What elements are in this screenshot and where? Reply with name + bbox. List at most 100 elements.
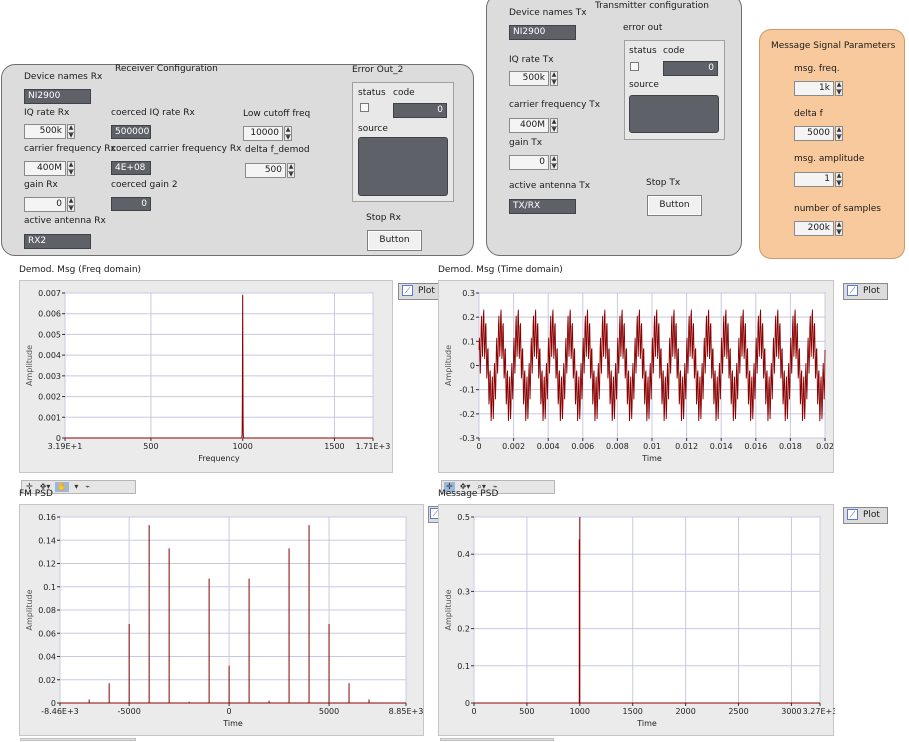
delta-f-demod-field[interactable]: 500 [245,163,286,178]
x-tick-label: 500 [143,442,158,451]
msg-freq-stepper[interactable]: ▲ ▼ [835,81,843,96]
carrier-frequency-tx-label: carrier frequency Tx [509,100,601,110]
fm-psd-graph: -8.46E+3 -5000 0 5000 8.85E+3 0 0.02 0.04 0.06 0.… [19,504,424,736]
plot-label: Plot [863,510,880,520]
x-tick-label: 1.71E+3 [356,442,391,451]
coerced-gain-field: 0 [111,197,151,211]
tx-status-checkbox[interactable] [630,62,639,71]
message-psd-scrollbar[interactable] [440,738,554,741]
demod-freq-graph: 3.19E+1 500 1000 1500 1.71E+3 0 0.001 0.002 0.00… [19,280,393,473]
rx-status-label: status [358,88,386,98]
carrier-frequency-tx-stepper[interactable]: ▲ ▼ [550,118,558,133]
iq-rate-tx-label: IQ rate Tx [509,55,554,65]
y-tick-label: 0.1 [462,337,475,346]
message-title: Message Signal Parameters [771,41,896,51]
delta-f-demod-label: delta f_demod [245,145,310,155]
carrier-frequency-rx-label: carrier frequency Rx [24,144,116,154]
y-tick-label: 0.14 [38,536,56,545]
y-tick-label: 0.005 [38,330,61,339]
iq-rate-rx-stepper[interactable]: ▲ ▼ [67,124,75,139]
active-antenna-rx-field[interactable]: RX2 [24,234,91,249]
gain-rx-stepper[interactable]: ▲ ▼ [67,197,75,212]
iq-rate-tx-stepper[interactable]: ▲ ▼ [550,71,558,86]
gain-tx-field[interactable]: 0 [509,155,549,170]
rx-status-checkbox[interactable] [360,103,369,112]
message-psd-graph: 0 500 1000 1500 2000 2500 3000 3.27E+3 0 0.1 0.2 0.… [438,504,837,736]
active-antenna-rx-label: active antenna Rx [24,216,106,226]
active-antenna-tx-label: active antenna Tx [509,181,591,191]
y-tick-label: 0.04 [38,653,56,662]
x-tick-label: 3.27E+3 [803,707,835,716]
delta-f-stepper[interactable]: ▲ ▼ [835,126,843,141]
x-tick-label: 1000 [570,707,590,716]
y-tick-label: 0 [470,362,475,371]
x-tick-label: 5000 [319,707,339,716]
carrier-frequency-rx-field[interactable]: 400M [24,161,66,176]
device-names-tx-field[interactable]: NI2900 [509,25,576,40]
rx-source-label: source [358,124,388,134]
fm-psd-scrollbar[interactable] [20,738,136,741]
low-cutoff-field[interactable]: 10000 [243,126,283,141]
y-tick-label: 0.002 [38,393,61,402]
number-of-samples-stepper[interactable]: ▲ ▼ [835,221,843,236]
error-out-tx-title: error out [623,23,663,33]
x-tick-label: 0.006 [571,442,594,451]
gain-rx-field[interactable]: 0 [24,197,66,212]
x-tick-label: 0 [471,707,476,716]
coerced-iq-rate-field: 500000 [111,125,151,139]
msg-amplitude-stepper[interactable]: ▲ ▼ [835,172,843,187]
pan-tool-icon[interactable]: ✋ [55,482,70,492]
y-tick-label: 0 [51,699,56,708]
low-cutoff-stepper[interactable]: ▲ ▼ [284,126,292,141]
demod-freq-plot-button[interactable]: ⟋ Plot [398,283,443,300]
x-tick-label: 0.012 [675,442,698,451]
error-out-2-title: Error Out_2 [352,65,404,75]
y-tick-label: 0.1 [43,583,56,592]
plot-legend-icon: ⟋ [402,285,413,296]
x-tick-label: 1500 [623,707,643,716]
graph-options-icon[interactable]: ⌁ [83,482,92,492]
tx-source-field [629,95,719,133]
number-of-samples-field[interactable]: 200k [794,221,834,236]
x-axis-label: Time [636,719,657,728]
msg-freq-label: msg. freq. [794,64,840,74]
device-names-tx-label: Device names Tx [509,8,587,18]
y-axis-label: Amplitude [444,589,453,630]
msg-amplitude-field[interactable]: 1 [794,172,834,187]
carrier-frequency-tx-field[interactable]: 400M [509,118,549,133]
active-antenna-tx-field[interactable]: TX/RX [509,199,576,214]
x-tick-label: 0 [476,442,481,451]
x-tick-label: 2500 [728,707,748,716]
rx-source-field [358,137,448,196]
rx-code-field: 0 [393,103,447,118]
y-tick-label: 0.001 [38,413,61,422]
stop-rx-button[interactable]: Button [367,230,422,251]
iq-rate-tx-field[interactable]: 500k [509,71,549,86]
y-tick-label: 0 [465,699,470,708]
carrier-frequency-rx-stepper[interactable]: ▲ ▼ [67,161,75,176]
msg-freq-field[interactable]: 1k [794,81,834,96]
message-psd-plot-button[interactable]: ⟋ Plot [843,507,888,524]
demod-freq-chart: 3.19E+1 500 1000 1500 1.71E+3 0 0.001 0.002 0.00… [25,289,391,463]
y-tick-label: 0 [56,434,61,443]
x-axis-label: Time [641,454,662,463]
device-names-rx-field[interactable]: NI2900 [24,89,91,104]
gain-tx-stepper[interactable]: ▲ ▼ [550,155,558,170]
demod-time-plot-button[interactable]: ⟋ Plot [843,283,888,300]
delta-f-field[interactable]: 5000 [794,126,834,141]
x-tick-label: 2000 [675,707,695,716]
stop-tx-label: Stop Tx [646,178,681,188]
chevron-down-icon[interactable]: ▾ [72,482,80,492]
x-tick-label: 500 [519,707,534,716]
stop-rx-label: Stop Rx [366,213,401,223]
iq-rate-rx-label: IQ rate Rx [24,108,70,118]
demod-time-graph: 0 0.002 0.004 0.006 0.008 0.01 0.012 0.014 0.016… [438,280,834,473]
iq-rate-rx-field[interactable]: 500k [24,124,66,139]
x-tick-label: -8.46E+3 [41,707,79,716]
stop-tx-button[interactable]: Button [647,195,702,216]
x-tick-label: 1000 [233,442,253,451]
y-tick-label: 0.3 [457,587,470,596]
gain-tx-label: gain Tx [509,138,543,148]
delta-f-demod-stepper[interactable]: ▲ ▼ [287,163,295,178]
transmitter-title: Transmitter configuration [595,1,709,11]
